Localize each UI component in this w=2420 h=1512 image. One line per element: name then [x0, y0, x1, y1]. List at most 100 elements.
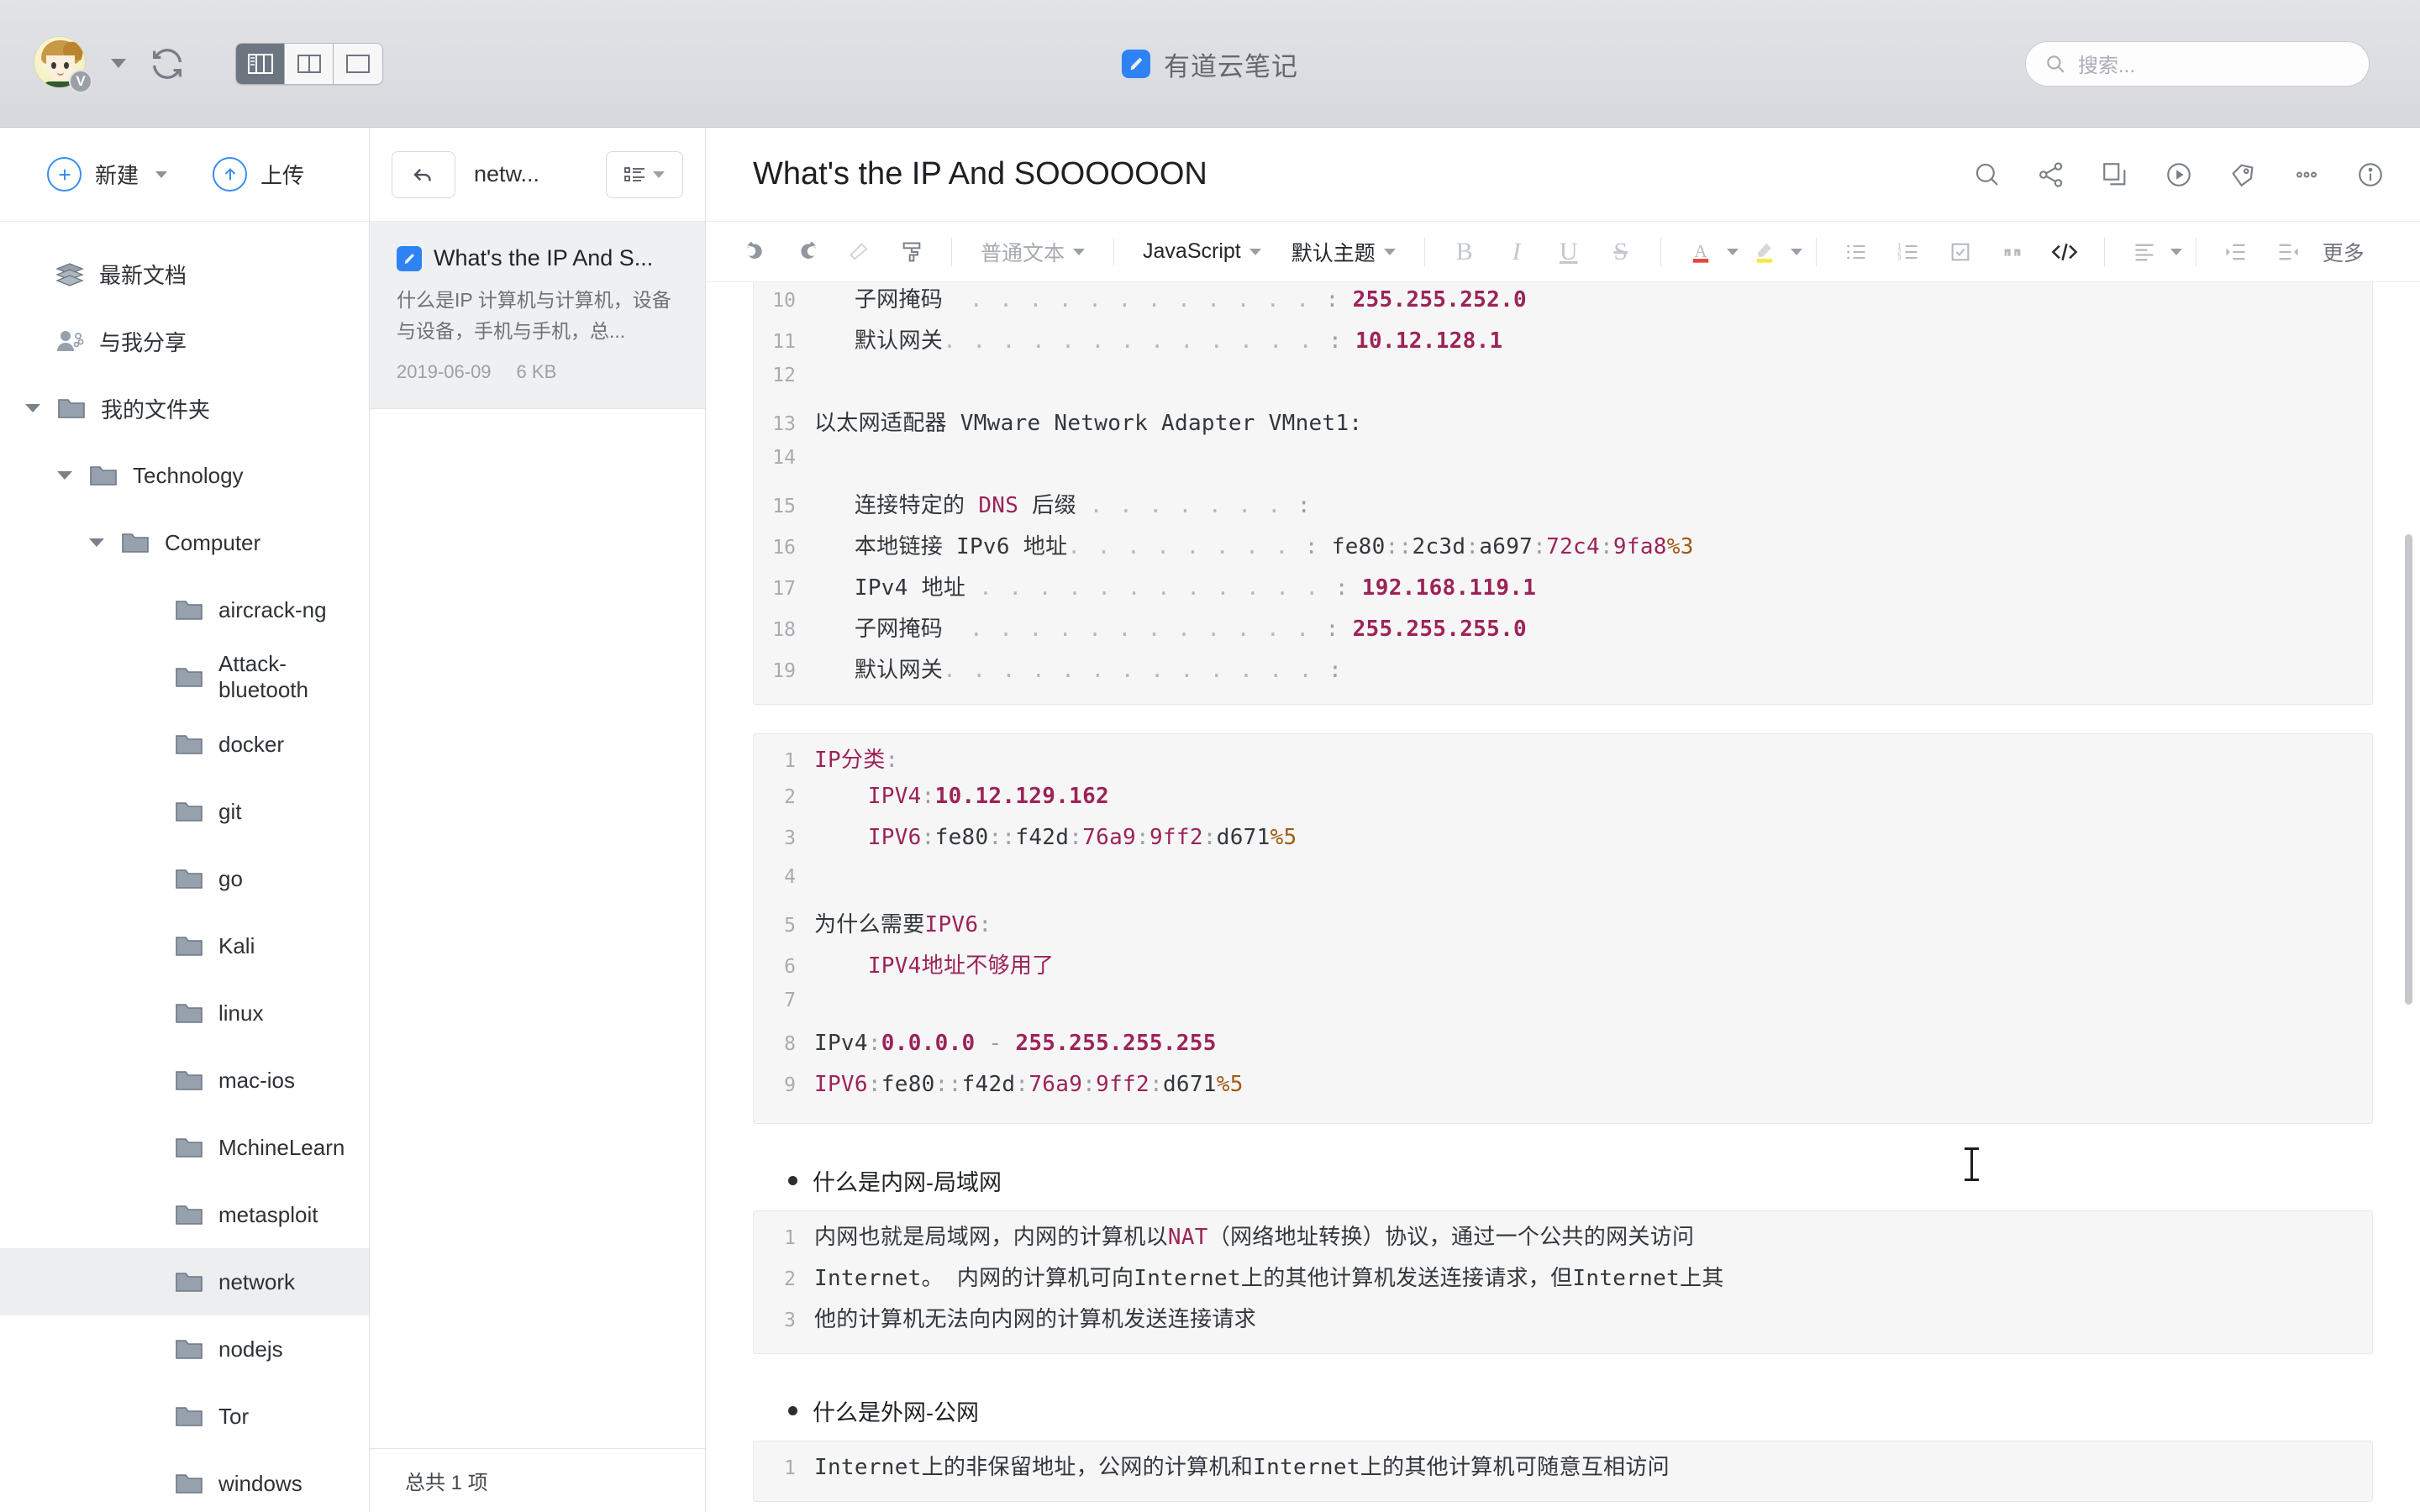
- present-play-icon[interactable]: [2161, 157, 2196, 192]
- font-color-icon[interactable]: A: [1675, 230, 1727, 274]
- back-arrow-icon[interactable]: [392, 150, 455, 198]
- highlight-icon[interactable]: [1739, 230, 1791, 274]
- code-text[interactable]: 内网也就是局域网，内网的计算机以NAT（网络地址转换）协议，通过一个公共的网关访…: [814, 1220, 1694, 1251]
- tag-icon[interactable]: [2225, 157, 2260, 192]
- code-text[interactable]: 连接特定的 DNS 后缀 . . . . . . . :: [814, 488, 1311, 519]
- bullet-list-icon[interactable]: [1830, 230, 1882, 274]
- quote-icon[interactable]: [1986, 230, 2039, 274]
- duplicate-icon[interactable]: [2097, 157, 2133, 192]
- list-item[interactable]: 什么是外网-公网: [753, 1383, 2373, 1441]
- code-line[interactable]: 2 IPV4:10.12.129.162: [754, 784, 2372, 825]
- highlight-chevron-down-icon[interactable]: [1790, 248, 1802, 255]
- chevron-down-icon[interactable]: [57, 471, 72, 480]
- list-view-chevron-down-icon[interactable]: [653, 171, 665, 178]
- underline-button[interactable]: U: [1543, 230, 1595, 274]
- list-item[interactable]: What's the IP And S... 什么是IP 计算机与计算机，设备与…: [370, 222, 705, 409]
- code-line[interactable]: 1 内网也就是局域网，内网的计算机以NAT（网络地址转换）协议，通过一个公共的网关…: [754, 1220, 2372, 1261]
- italic-button[interactable]: I: [1491, 230, 1543, 274]
- code-line[interactable]: 19 默认网关. . . . . . . . . . . . . :: [754, 653, 2372, 694]
- checkbox-list-icon[interactable]: [1934, 230, 1986, 274]
- sidebar-item-computer[interactable]: Computer: [0, 509, 369, 576]
- sidebar-item-mchinelearn[interactable]: MchineLearn: [0, 1114, 369, 1181]
- code-block[interactable]: 1 Internet上的非保留地址，公网的计算机和Internet上的其他计算机可…: [753, 1441, 2373, 1502]
- language-select[interactable]: JavaScript: [1128, 239, 1276, 264]
- code-line[interactable]: 12: [754, 365, 2372, 406]
- sidebar-item-mac-ios[interactable]: mac-ios: [0, 1047, 369, 1114]
- code-text[interactable]: IPv4 地址 . . . . . . . . . . . . : 192.16…: [814, 570, 1536, 601]
- code-line[interactable]: 11 默认网关. . . . . . . . . . . . . : 10.12…: [754, 323, 2372, 365]
- code-text[interactable]: IP分类:: [814, 743, 898, 774]
- new-chevron-down-icon[interactable]: [155, 171, 168, 178]
- sidebar-item-attack-bluetooth[interactable]: Attack-bluetooth: [0, 643, 369, 711]
- code-line[interactable]: 13 以太网适配器 VMware Network Adapter VMnet1:: [754, 406, 2372, 447]
- theme-select[interactable]: 默认主题: [1276, 237, 1411, 267]
- strikethrough-button[interactable]: S: [1595, 230, 1647, 274]
- code-text[interactable]: 默认网关. . . . . . . . . . . . . :: [814, 653, 1342, 684]
- code-line[interactable]: 15 连接特定的 DNS 后缀 . . . . . . . :: [754, 488, 2372, 529]
- search-input[interactable]: 搜索...: [2025, 40, 2370, 87]
- code-line[interactable]: 7: [754, 990, 2372, 1031]
- code-line[interactable]: 8 IPv4:0.0.0.0 - 255.255.255.255: [754, 1031, 2372, 1072]
- sidebar-item-docker[interactable]: docker: [0, 711, 369, 778]
- code-text[interactable]: IPV6:fe80::f42d:76a9:9ff2:d671%5: [814, 1072, 1244, 1097]
- code-line[interactable]: 17 IPv4 地址 . . . . . . . . . . . . : 192…: [754, 570, 2372, 612]
- sidebar-item--[interactable]: 我的文件夹: [0, 375, 369, 442]
- code-text[interactable]: IPv4:0.0.0.0 - 255.255.255.255: [814, 1031, 1217, 1056]
- chevron-down-icon[interactable]: [25, 404, 40, 412]
- code-line[interactable]: 18 子网掩码 . . . . . . . . . . . . : 255.25…: [754, 612, 2372, 653]
- sidebar-item-nodejs[interactable]: nodejs: [0, 1315, 369, 1383]
- list-view-icon[interactable]: [606, 150, 683, 198]
- code-text[interactable]: IPV6:fe80::f42d:76a9:9ff2:d671%5: [814, 825, 1297, 850]
- one-column-layout-icon[interactable]: [334, 43, 382, 84]
- undo-icon[interactable]: [729, 230, 781, 274]
- code-line[interactable]: 9 IPV6:fe80::f42d:76a9:9ff2:d671%5: [754, 1072, 2372, 1113]
- code-block[interactable]: 9 IPv4 地址 . . . . . . . . . . . . : 10.1…: [753, 282, 2373, 705]
- two-column-layout-icon[interactable]: [285, 43, 334, 84]
- account-chevron-down-icon[interactable]: [111, 59, 126, 68]
- code-text[interactable]: IPV4地址不够用了: [814, 948, 1054, 979]
- code-line[interactable]: 10 子网掩码 . . . . . . . . . . . . : 255.25…: [754, 282, 2372, 323]
- info-icon[interactable]: [2353, 157, 2388, 192]
- code-block[interactable]: 1 内网也就是局域网，内网的计算机以NAT（网络地址转换）协议，通过一个公共的网关…: [753, 1210, 2373, 1354]
- refresh-icon[interactable]: [148, 45, 187, 83]
- code-text[interactable]: 子网掩码 . . . . . . . . . . . . : 255.255.2…: [814, 282, 1527, 313]
- more-horizontal-icon[interactable]: [2289, 157, 2324, 192]
- style-select[interactable]: 普通文本: [965, 237, 1100, 267]
- three-column-layout-icon[interactable]: [236, 43, 285, 84]
- list-item[interactable]: 什么是内网-局域网: [753, 1152, 2373, 1210]
- align-chevron-down-icon[interactable]: [2170, 248, 2182, 255]
- search-icon[interactable]: [1970, 157, 2005, 192]
- numbered-list-icon[interactable]: 123: [1882, 230, 1934, 274]
- document-body[interactable]: 9 IPv4 地址 . . . . . . . . . . . . : 10.1…: [753, 282, 2373, 1512]
- more-toolbar-label[interactable]: 更多: [2323, 237, 2365, 267]
- code-line[interactable]: 4: [754, 866, 2372, 907]
- code-line[interactable]: 6 IPV4地址不够用了: [754, 948, 2372, 990]
- code-text[interactable]: Internet上的非保留地址，公网的计算机和Internet上的其他计算机可随…: [814, 1450, 1670, 1481]
- sidebar-item-windows[interactable]: windows: [0, 1450, 369, 1512]
- avatar[interactable]: V: [34, 35, 92, 93]
- sidebar-item-go[interactable]: go: [0, 845, 369, 912]
- format-painter-icon[interactable]: [886, 230, 938, 274]
- code-text[interactable]: 子网掩码 . . . . . . . . . . . . : 255.255.2…: [814, 612, 1527, 643]
- code-line[interactable]: 3 IPV6:fe80::f42d:76a9:9ff2:d671%5: [754, 825, 2372, 866]
- code-line[interactable]: 16 本地链接 IPv6 地址. . . . . . . . : fe80::2…: [754, 529, 2372, 570]
- code-line[interactable]: 1 IP分类:: [754, 743, 2372, 784]
- sidebar-item-network[interactable]: network: [0, 1248, 369, 1315]
- sidebar-item-aircrack-ng[interactable]: aircrack-ng: [0, 576, 369, 643]
- clear-format-icon[interactable]: [834, 230, 886, 274]
- code-text[interactable]: 以太网适配器 VMware Network Adapter VMnet1:: [814, 406, 1362, 437]
- redo-icon[interactable]: [781, 230, 834, 274]
- sidebar-item-git[interactable]: git: [0, 778, 369, 845]
- sidebar-item-kali[interactable]: Kali: [0, 912, 369, 979]
- font-color-chevron-down-icon[interactable]: [1726, 248, 1739, 255]
- code-line[interactable]: 2 Internet。 内网的计算机可向Internet上的其他计算机发送连接请求…: [754, 1261, 2372, 1302]
- share-icon[interactable]: [2033, 157, 2069, 192]
- bold-button[interactable]: B: [1439, 230, 1491, 274]
- chevron-down-icon[interactable]: [89, 538, 104, 547]
- code-text[interactable]: Internet。 内网的计算机可向Internet上的其他计算机发送连接请求，…: [814, 1261, 1724, 1292]
- sidebar-item-linux[interactable]: linux: [0, 979, 369, 1047]
- code-text[interactable]: 默认网关. . . . . . . . . . . . . : 10.12.12…: [814, 323, 1502, 354]
- sidebar-item--[interactable]: 最新文档: [0, 240, 369, 307]
- code-text[interactable]: 本地链接 IPv6 地址. . . . . . . . : fe80::2c3d…: [814, 529, 1694, 560]
- code-icon[interactable]: [2039, 230, 2091, 274]
